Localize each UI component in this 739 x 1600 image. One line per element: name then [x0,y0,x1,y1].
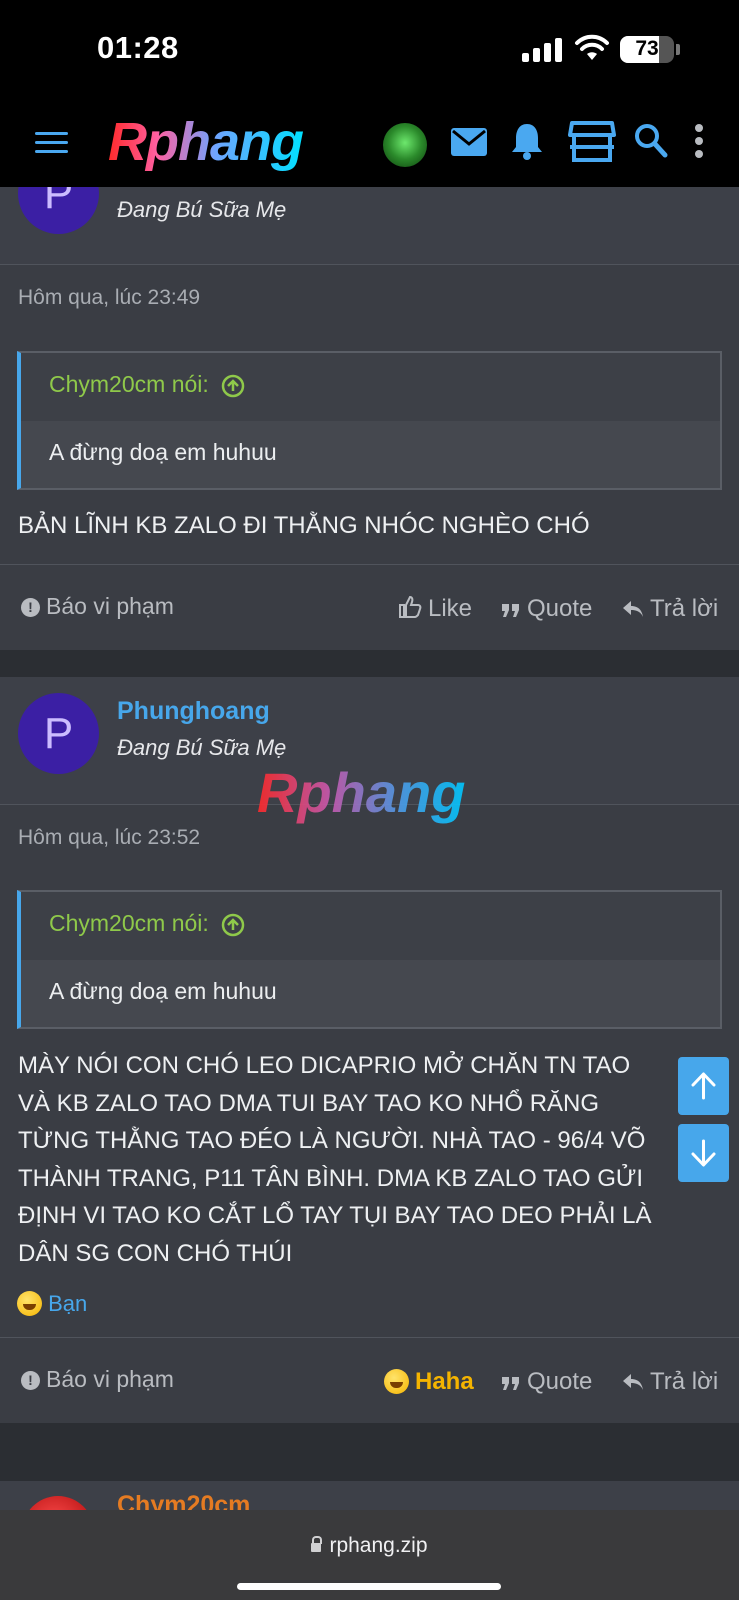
go-to-quote-icon[interactable] [221,374,245,398]
warning-icon: ! [21,1371,40,1390]
reactions-summary[interactable]: Bạn [17,1291,87,1317]
search-icon[interactable] [634,123,668,159]
reply-button[interactable]: Trả lời [622,1368,718,1396]
battery-icon: 73 [620,36,674,63]
user-title: Đang Bú Sữa Mẹ [117,197,287,222]
post-footer: ! Báo vi phạm Like Quote Trả lời [0,564,739,650]
reaction-label: Haha [415,1368,474,1395]
reply-icon [623,601,643,617]
quote-header: Chym20cm nói: [21,353,720,421]
reaction-user: Bạn [48,1291,88,1316]
home-indicator[interactable] [237,1583,501,1590]
go-to-quote-icon[interactable] [221,913,245,937]
store-icon[interactable] [568,119,616,163]
arrow-down-icon [691,1139,716,1167]
post-separator [0,1423,739,1481]
like-button[interactable]: Like [398,595,472,623]
quote-body: A đừng doạ em huhuu [21,960,720,1027]
post-message: MÀY NÓI CON CHÓ LEO DICAPRIO MỞ CHĂN TN … [18,1047,708,1272]
message-line: ĐỊNH VI TAO KO CẮT LỔ TAY TỤI BAY TAO DE… [18,1202,652,1229]
reply-label: Trả lời [650,595,719,622]
arrow-up-icon [691,1072,716,1100]
battery-level: 73 [635,37,659,60]
message-line: MÀY NÓI CON CHÓ LEO DICAPRIO MỞ CHĂN TN … [18,1052,631,1079]
post-date[interactable]: Hôm qua, lúc 23:49 [18,286,200,310]
message-line: VÀ KB ZALO TAO DMA TUI BAY TAO KO NHỔ RĂ… [18,1089,600,1117]
haha-emoji-icon [17,1291,42,1316]
quote-block: Chym20cm nói: A đừng doạ em huhuu [17,351,722,490]
quote-header: Chym20cm nói: [21,892,720,960]
reaction-button[interactable]: Haha [384,1368,474,1396]
thumbs-up-icon [399,595,422,618]
user-title: Đang Bú Sữa Mẹ [117,735,287,760]
reply-icon [623,1374,643,1390]
reply-label: Trả lời [650,1368,719,1395]
quote-label: Quote [527,595,593,622]
report-label: Báo vi phạm [46,593,174,619]
url-display[interactable]: rphang.zip [0,1534,739,1558]
user-avatar[interactable] [383,123,427,167]
report-button[interactable]: ! Báo vi phạm [21,593,174,620]
battery-cap [676,44,680,55]
menu-icon[interactable] [35,130,68,156]
url-text: rphang.zip [329,1534,428,1557]
post-message: BẢN LĨNH KB ZALO ĐI THẰNG NHÓC NGHÈO CHÓ [18,512,590,539]
scroll-bottom-button[interactable] [678,1124,729,1182]
post-footer: ! Báo vi phạm Haha Quote Trả lời [0,1337,739,1423]
post-header: P Đang Bú Sữa Mẹ [0,153,739,265]
warning-icon: ! [21,598,40,617]
quote-icon [502,1377,519,1390]
bell-icon[interactable] [510,121,544,161]
haha-emoji-icon [384,1369,409,1394]
avatar[interactable]: P [18,693,99,774]
watermark-logo: Rphang [257,761,466,824]
quote-icon [502,604,519,617]
next-post-header: Chym20cm [0,1481,739,1568]
quote-block: Chym20cm nói: A đừng doạ em huhuu [17,890,722,1029]
quote-button[interactable]: Quote [501,1368,592,1396]
report-button[interactable]: ! Báo vi phạm [21,1366,174,1393]
quote-author[interactable]: Chym20cm nói: [49,910,245,937]
status-bar: 01:28 73 [0,0,739,105]
quote-author-label: Chym20cm nói: [49,910,209,936]
quote-author-label: Chym20cm nói: [49,371,209,397]
post-date[interactable]: Hôm qua, lúc 23:52 [18,826,200,850]
quote-author[interactable]: Chym20cm nói: [49,371,245,398]
quote-body: A đừng doạ em huhuu [21,421,720,488]
like-label: Like [428,595,473,622]
post: P Đang Bú Sữa Mẹ Hôm qua, lúc 23:49 Chym… [0,153,739,650]
username[interactable]: Phunghoang [117,697,270,726]
quote-button[interactable]: Quote [501,595,592,623]
scroll-top-button[interactable] [678,1057,729,1115]
message-line: TỪNG THẰNG TAO ĐÉO LÀ NGƯỜI. NHÀ TAO - 9… [18,1127,646,1154]
wifi-icon [575,34,609,60]
mail-icon[interactable] [450,127,488,157]
quote-text: A đừng doạ em huhuu [49,439,277,465]
reply-button[interactable]: Trả lời [622,595,718,623]
message-line: THÀNH TRANG, P11 TÂN BÌNH. DMA KB ZALO T… [18,1164,644,1192]
quote-label: Quote [527,1368,593,1395]
lock-icon [311,1536,323,1552]
report-label: Báo vi phạm [46,1366,174,1392]
quote-text: A đừng doạ em huhuu [49,978,277,1004]
status-time: 01:28 [97,30,179,65]
more-vertical-icon[interactable] [694,123,704,159]
site-logo[interactable]: Rphang [108,111,304,173]
post-separator [0,650,739,677]
app-header: Rphang [0,105,739,187]
message-line: DÂN SG CON CHÓ THÚI [18,1239,293,1267]
cellular-signal-icon [522,38,564,62]
